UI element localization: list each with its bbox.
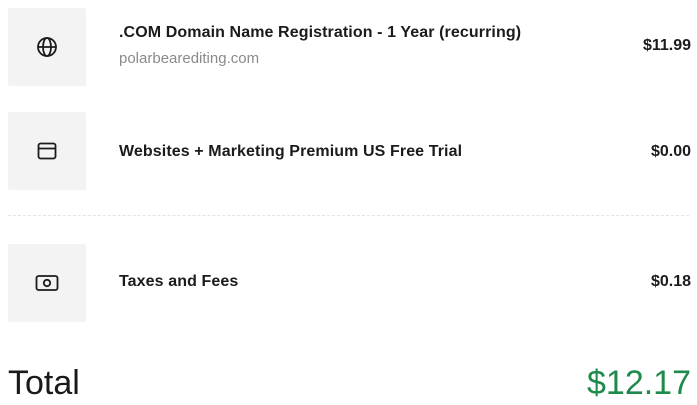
section-divider — [8, 215, 689, 216]
websites-item-price: $0.00 — [650, 143, 691, 160]
domain-item-title: .COM Domain Name Registration - 1 Year (… — [119, 24, 522, 41]
globe-icon — [36, 36, 58, 58]
domain-item-text: .COM Domain Name Registration - 1 Year (… — [119, 24, 521, 67]
total-label: Total — [8, 364, 80, 402]
websites-item-icon-box — [8, 112, 86, 190]
domain-item-subtitle: polarbearediting.com — [119, 50, 260, 67]
domain-item-price: $11.99 — [642, 37, 691, 54]
taxes-item-title: Taxes and Fees — [119, 273, 239, 290]
browser-window-icon — [37, 142, 57, 160]
taxes-item-icon-box — [8, 244, 86, 322]
websites-item-title: Websites + Marketing Premium US Free Tri… — [119, 143, 463, 160]
cash-icon — [35, 274, 59, 292]
websites-item-text: Websites + Marketing Premium US Free Tri… — [119, 143, 462, 161]
taxes-item-text: Taxes and Fees — [119, 273, 238, 291]
taxes-item-price: $0.18 — [650, 273, 691, 290]
total-amount: $12.17 — [587, 364, 691, 402]
domain-item-icon-box — [8, 8, 86, 86]
